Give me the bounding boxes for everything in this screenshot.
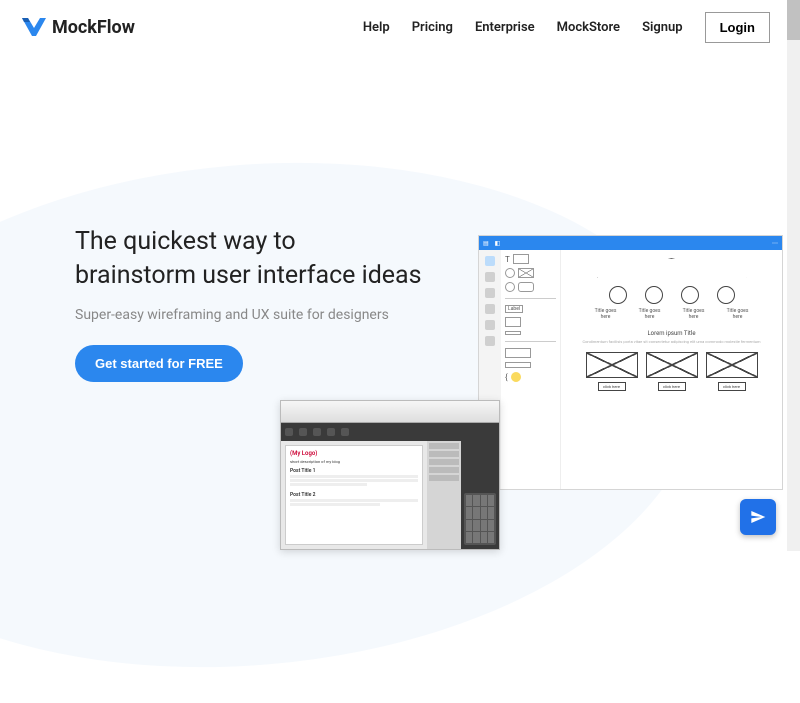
login-button[interactable]: Login — [705, 12, 770, 43]
wireframe-app-topbar: ▤◧⋯ — [479, 236, 782, 250]
browser-chrome — [281, 401, 499, 423]
page-scrollbar[interactable] — [787, 0, 800, 551]
editor-calc-widget — [461, 441, 499, 549]
hero-illustration-wireframe-app: ▤◧⋯ T Label { — [478, 235, 783, 490]
nav-signup[interactable]: Signup — [642, 20, 683, 35]
logo-mark-icon — [22, 18, 46, 38]
editor-toolbar — [281, 423, 499, 441]
hero-section: The quickest way to brainstorm user inte… — [0, 55, 800, 515]
editor-document: (My Logo) short description of my blog P… — [285, 445, 423, 545]
brand-name: MockFlow — [52, 17, 135, 38]
hero-illustration-browser-editor: (My Logo) short description of my blog P… — [280, 400, 500, 550]
wireframe-app-component-palette: T Label { — [501, 250, 561, 489]
editor-inspector — [427, 441, 461, 549]
hero-headline-line1: The quickest way to — [75, 227, 296, 256]
wireframe-app-canvas: Title goes here Title goes here Title go… — [561, 250, 782, 489]
nav-help[interactable]: Help — [363, 20, 390, 35]
nav-mockstore[interactable]: MockStore — [557, 20, 620, 35]
scrollbar-thumb[interactable] — [787, 0, 800, 40]
cta-get-started-button[interactable]: Get started for FREE — [75, 345, 243, 382]
chat-fab-button[interactable] — [740, 499, 776, 535]
site-header: MockFlow Help Pricing Enterprise MockSto… — [0, 0, 800, 55]
hero-headline-line2: brainstorm user interface ideas — [75, 261, 422, 290]
top-nav: Help Pricing Enterprise MockStore Signup… — [363, 12, 770, 43]
nav-pricing[interactable]: Pricing — [412, 20, 453, 35]
send-icon — [750, 509, 766, 525]
brand-logo[interactable]: MockFlow — [22, 17, 135, 38]
nav-enterprise[interactable]: Enterprise — [475, 20, 535, 35]
